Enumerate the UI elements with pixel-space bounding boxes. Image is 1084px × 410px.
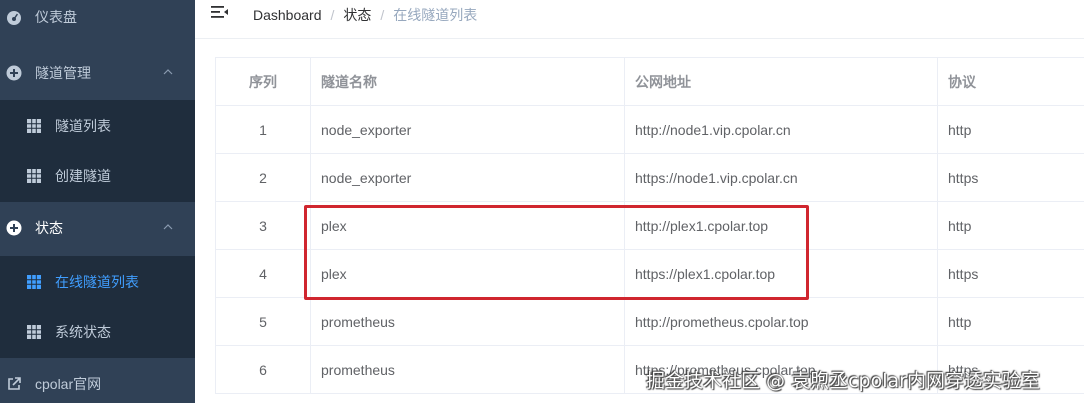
- link-official-site-label: cpolar官网: [35, 374, 101, 394]
- breadcrumb: Dashboard / 状态 / 在线隧道列表: [253, 5, 477, 25]
- breadcrumb-home[interactable]: Dashboard: [253, 7, 322, 23]
- table-row: 1 node_exporter http://node1.vip.cpolar.…: [216, 106, 1084, 154]
- cell-url: http://prometheus.cpolar.top: [625, 298, 938, 346]
- cell-index: 3: [216, 202, 311, 250]
- column-header-protocol: 协议: [938, 58, 1084, 106]
- menu-dashboard-label: 仪表盘: [35, 7, 77, 27]
- breadcrumb-current: 在线隧道列表: [393, 5, 477, 25]
- cell-protocol: http: [938, 106, 1084, 154]
- cell-name: prometheus: [311, 346, 625, 394]
- grid-icon: [26, 168, 42, 184]
- sidebar-item-create-tunnel[interactable]: 创建隧道: [0, 150, 195, 202]
- sidebar-item-system-status[interactable]: 系统状态: [0, 306, 195, 358]
- breadcrumb-separator: /: [380, 7, 384, 23]
- chevron-up-icon: [163, 224, 173, 230]
- table-row: 2 node_exporter https://node1.vip.cpolar…: [216, 154, 1084, 202]
- cell-index: 6: [216, 346, 311, 394]
- menu-status-label: 状态: [35, 218, 63, 238]
- table-header-row: 序列 隧道名称 公网地址 协议: [216, 58, 1084, 106]
- menu-tunnel-management-label: 隧道管理: [35, 63, 91, 83]
- cell-index: 5: [216, 298, 311, 346]
- cell-index: 1: [216, 106, 311, 154]
- column-header-name: 隧道名称: [311, 58, 625, 106]
- cell-url: https://node1.vip.cpolar.cn: [625, 154, 938, 202]
- link-official-site[interactable]: cpolar官网: [0, 358, 195, 410]
- external-link-icon: [6, 376, 22, 392]
- sidebar-item-online-tunnels-label: 在线隧道列表: [55, 272, 139, 292]
- chevron-up-icon: [163, 69, 173, 75]
- menu-dashboard[interactable]: 仪表盘: [0, 0, 195, 43]
- navbar: Dashboard / 状态 / 在线隧道列表: [195, 0, 1084, 39]
- sidebar-item-tunnel-list[interactable]: 隧道列表: [0, 100, 195, 152]
- grid-icon: [26, 274, 42, 290]
- cell-index: 2: [216, 154, 311, 202]
- circle-plus-icon: [6, 220, 22, 236]
- circle-plus-icon: [6, 65, 22, 81]
- sidebar-item-create-tunnel-label: 创建隧道: [55, 166, 111, 186]
- breadcrumb-status[interactable]: 状态: [343, 5, 371, 25]
- cell-protocol: http: [938, 298, 1084, 346]
- cell-name: prometheus: [311, 298, 625, 346]
- sidebar: 仪表盘 隧道管理 隧道列表 创建隧道 状态 在线隧道: [0, 0, 195, 403]
- sidebar-item-online-tunnels[interactable]: 在线隧道列表: [0, 256, 195, 308]
- grid-icon: [26, 324, 42, 340]
- menu-status[interactable]: 状态: [0, 202, 195, 254]
- menu-tunnel-management[interactable]: 隧道管理: [0, 47, 195, 99]
- watermark: 掘金技术社区 @ 袁煦丞cpolar内网穿透实验室: [646, 366, 1040, 393]
- table-row: 5 prometheus http://prometheus.cpolar.to…: [216, 298, 1084, 346]
- cell-url: http://node1.vip.cpolar.cn: [625, 106, 938, 154]
- cell-protocol: https: [938, 154, 1084, 202]
- menu-fold-icon[interactable]: [211, 5, 229, 21]
- breadcrumb-separator: /: [331, 7, 335, 23]
- grid-icon: [26, 118, 42, 134]
- dashboard-icon: [6, 9, 22, 25]
- cell-name: node_exporter: [311, 154, 625, 202]
- cell-index: 4: [216, 250, 311, 298]
- highlight-box: [304, 205, 809, 300]
- cell-protocol: https: [938, 250, 1084, 298]
- column-header-url: 公网地址: [625, 58, 938, 106]
- cell-name: node_exporter: [311, 106, 625, 154]
- cell-protocol: http: [938, 202, 1084, 250]
- column-header-index: 序列: [216, 58, 311, 106]
- sidebar-item-tunnel-list-label: 隧道列表: [55, 116, 111, 136]
- sidebar-item-system-status-label: 系统状态: [55, 322, 111, 342]
